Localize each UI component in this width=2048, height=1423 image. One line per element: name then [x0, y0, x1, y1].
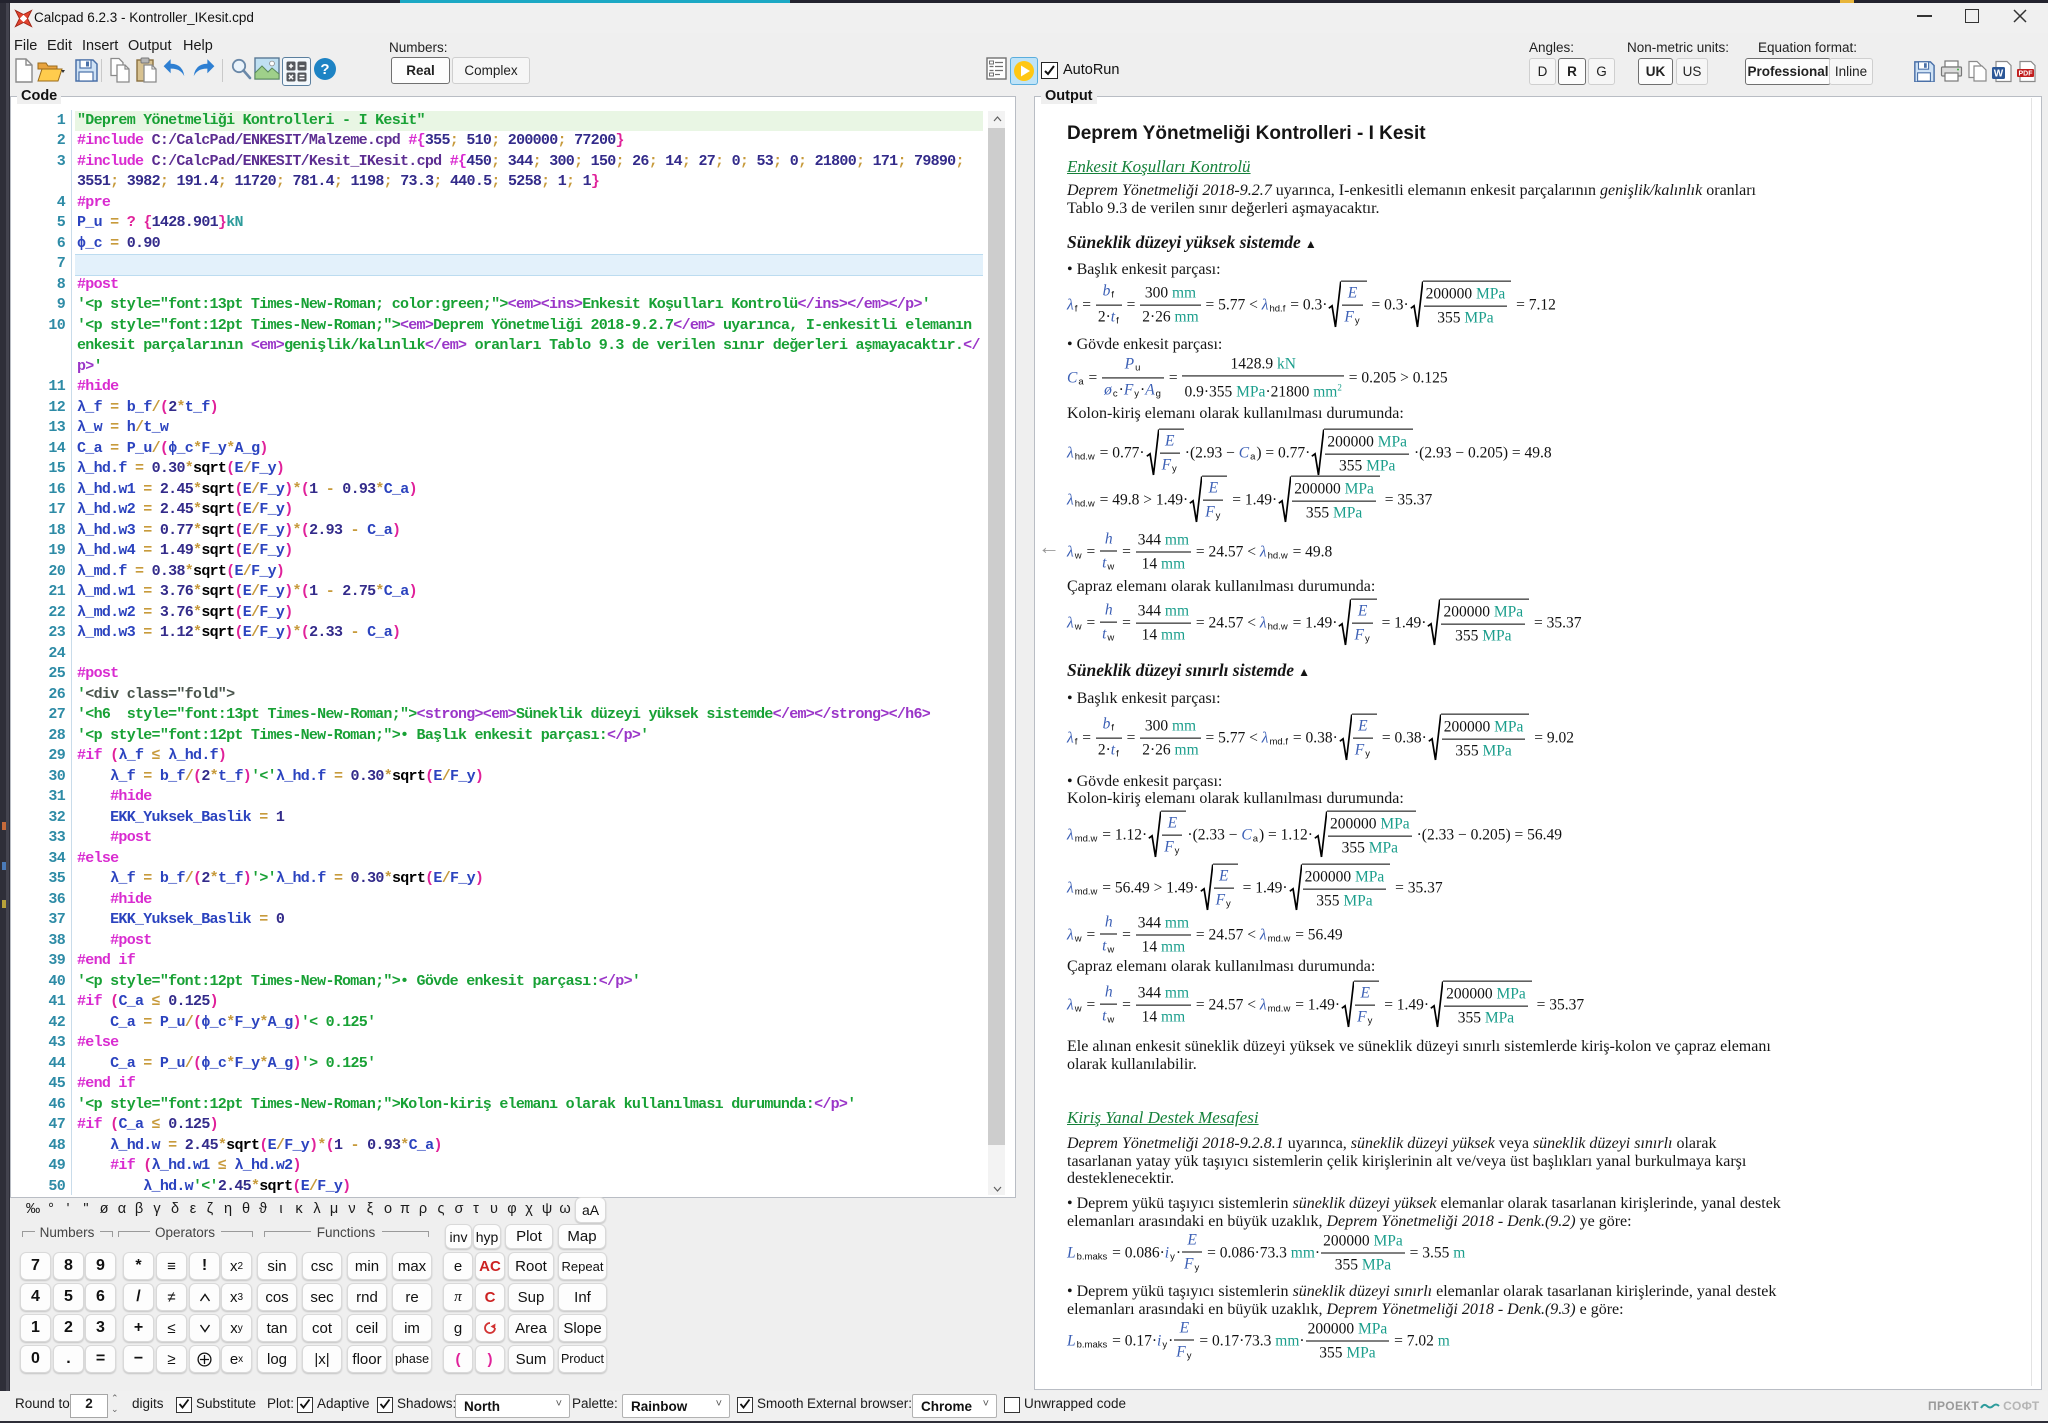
svg-text:W: W [1994, 69, 2004, 80]
svg-text:?: ? [320, 61, 329, 78]
svg-text:PDF: PDF [2019, 71, 2034, 78]
